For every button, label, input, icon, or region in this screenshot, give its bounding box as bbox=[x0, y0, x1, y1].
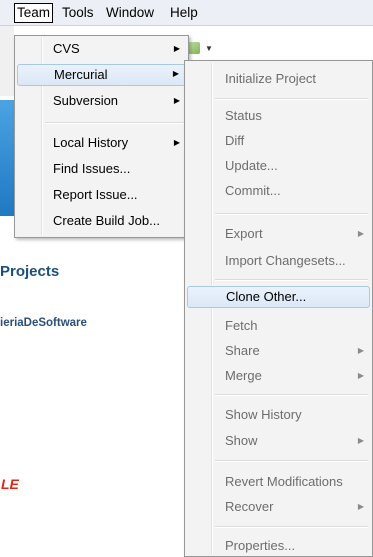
menu-item-share[interactable]: Share ▶ bbox=[187, 340, 370, 362]
submenu-arrow-icon: ▶ bbox=[173, 96, 180, 105]
menu-item-diff[interactable]: Diff bbox=[187, 130, 370, 152]
menu-item-label: Revert Modifications bbox=[225, 474, 343, 489]
submenu-arrow-icon: ▶ bbox=[357, 229, 364, 238]
menu-window[interactable]: Window bbox=[104, 4, 156, 22]
menu-item-mercurial[interactable]: Mercurial ▶ bbox=[17, 64, 186, 86]
menu-item-recover[interactable]: Recover ▶ bbox=[187, 496, 370, 518]
toolbar-project-icon[interactable] bbox=[188, 42, 200, 54]
menu-item-label: CVS bbox=[53, 41, 80, 56]
menu-item-report-issue[interactable]: Report Issue... bbox=[17, 184, 186, 206]
menu-item-commit[interactable]: Commit... bbox=[187, 180, 370, 202]
menu-item-show-history[interactable]: Show History bbox=[187, 404, 370, 426]
menu-help[interactable]: Help bbox=[168, 4, 200, 22]
menu-separator bbox=[45, 122, 184, 124]
submenu-arrow-icon: ▶ bbox=[357, 371, 364, 380]
menu-item-find-issues[interactable]: Find Issues... bbox=[17, 158, 186, 180]
menu-item-label: Report Issue... bbox=[53, 187, 138, 202]
menu-item-label: Clone Other... bbox=[226, 289, 307, 304]
menu-separator bbox=[215, 213, 368, 215]
menu-item-label: Diff bbox=[225, 133, 245, 148]
chevron-down-icon[interactable]: ▼ bbox=[205, 44, 213, 53]
submenu-arrow-icon: ▶ bbox=[357, 346, 364, 355]
submenu-arrow-icon: ▶ bbox=[357, 436, 364, 445]
menu-bar: Team Tools Window Help bbox=[0, 0, 373, 26]
menu-item-clone-other[interactable]: Clone Other... bbox=[187, 286, 370, 308]
menu-item-label: Update... bbox=[225, 158, 278, 173]
menu-item-label: Merge bbox=[225, 368, 262, 383]
menu-separator bbox=[215, 460, 368, 462]
background-banner bbox=[0, 100, 14, 216]
menu-item-label: Find Issues... bbox=[53, 161, 131, 176]
menu-item-import-changesets[interactable]: Import Changesets... bbox=[187, 250, 370, 272]
menu-item-label: Initialize Project bbox=[225, 71, 317, 86]
menu-item-show[interactable]: Show ▶ bbox=[187, 430, 370, 452]
menu-item-status[interactable]: Status bbox=[187, 105, 370, 127]
menu-item-label: Commit... bbox=[225, 183, 281, 198]
menu-item-label: Properties... bbox=[225, 538, 296, 553]
menu-separator bbox=[215, 98, 368, 100]
submenu-arrow-icon: ▶ bbox=[173, 138, 180, 147]
menu-item-local-history[interactable]: Local History ▶ bbox=[17, 132, 186, 154]
team-menu: CVS ▶ Mercurial ▶ Subversion ▶ Local His… bbox=[14, 35, 189, 238]
menu-item-label: Fetch bbox=[225, 318, 258, 333]
menu-item-label: Export bbox=[225, 226, 263, 241]
menu-separator bbox=[215, 394, 368, 396]
menu-item-label: Show bbox=[225, 433, 258, 448]
menu-item-update[interactable]: Update... bbox=[187, 155, 370, 177]
projects-heading: Projects bbox=[0, 263, 60, 280]
menu-separator bbox=[215, 526, 368, 528]
menu-item-properties[interactable]: Properties... bbox=[187, 535, 370, 557]
mercurial-submenu: Initialize Project Status Diff Update...… bbox=[184, 60, 373, 557]
menu-item-label: Import Changesets... bbox=[225, 253, 346, 268]
menu-item-label: Recover bbox=[225, 499, 274, 514]
menu-item-label: Show History bbox=[225, 407, 302, 422]
menu-tools[interactable]: Tools bbox=[60, 4, 96, 22]
submenu-arrow-icon: ▶ bbox=[357, 502, 364, 511]
submenu-arrow-icon: ▶ bbox=[173, 44, 180, 53]
menu-team[interactable]: Team bbox=[14, 3, 54, 23]
menu-item-label: Subversion bbox=[53, 93, 119, 108]
submenu-arrow-icon: ▶ bbox=[172, 69, 179, 78]
menu-item-merge[interactable]: Merge ▶ bbox=[187, 365, 370, 387]
menu-item-label: Share bbox=[225, 343, 260, 358]
brand-logo: LE bbox=[1, 476, 19, 492]
menu-item-subversion[interactable]: Subversion ▶ bbox=[17, 90, 186, 112]
menu-item-label: Mercurial bbox=[54, 67, 108, 82]
menu-item-initialize-project[interactable]: Initialize Project bbox=[187, 68, 370, 90]
menu-separator bbox=[215, 279, 368, 281]
menu-item-export[interactable]: Export ▶ bbox=[187, 223, 370, 245]
menu-item-cvs[interactable]: CVS ▶ bbox=[17, 38, 186, 60]
project-link[interactable]: ieriaDeSoftware bbox=[0, 317, 87, 329]
menu-item-label: Status bbox=[225, 108, 262, 123]
menu-item-label: Local History bbox=[53, 135, 129, 150]
menu-item-fetch[interactable]: Fetch bbox=[187, 315, 370, 337]
menu-item-revert-modifications[interactable]: Revert Modifications bbox=[187, 471, 370, 493]
menu-item-create-build-job[interactable]: Create Build Job... bbox=[17, 210, 186, 232]
background-toolbar-strip bbox=[0, 26, 14, 96]
menu-item-label: Create Build Job... bbox=[53, 213, 160, 228]
